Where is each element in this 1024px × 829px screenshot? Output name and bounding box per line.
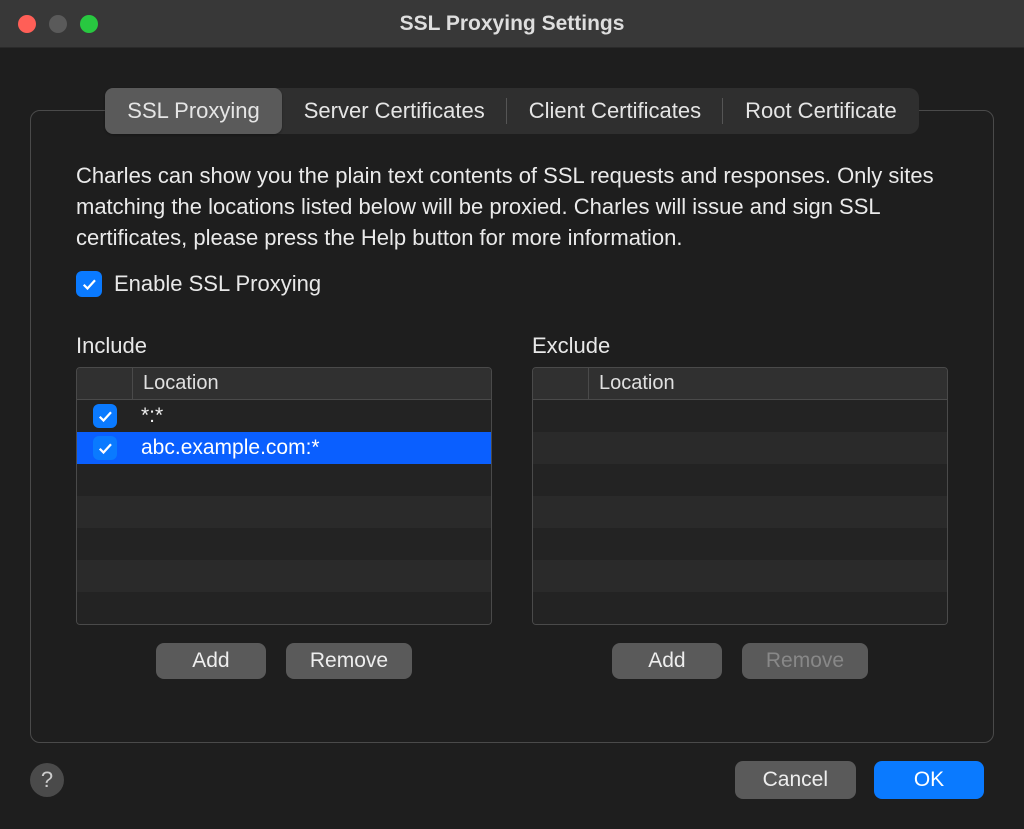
row-checkbox-cell xyxy=(77,436,133,460)
tab-client-certificates[interactable]: Client Certificates xyxy=(507,88,723,134)
table-row[interactable] xyxy=(77,560,491,592)
content: SSL Proxying Server Certificates Client … xyxy=(0,48,1024,829)
lists: Include Location *:* abc.example.com:* Ad… xyxy=(76,333,948,679)
include-title: Include xyxy=(76,333,492,359)
exclude-buttons: Add Remove xyxy=(532,643,948,679)
table-row[interactable] xyxy=(77,496,491,528)
row-location: *:* xyxy=(133,404,491,428)
exclude-body xyxy=(533,400,947,624)
footer-buttons: Cancel OK xyxy=(735,761,984,799)
table-row[interactable] xyxy=(533,464,947,496)
titlebar: SSL Proxying Settings xyxy=(0,0,1024,48)
exclude-header: Location xyxy=(533,368,947,400)
window-title: SSL Proxying Settings xyxy=(400,12,625,36)
table-row[interactable] xyxy=(533,432,947,464)
table-row[interactable]: abc.example.com:* xyxy=(77,432,491,464)
exclude-table: Location xyxy=(532,367,948,625)
enable-row: Enable SSL Proxying xyxy=(76,271,948,297)
panel: Charles can show you the plain text cont… xyxy=(30,110,994,743)
table-row[interactable] xyxy=(77,528,491,560)
zoom-icon[interactable] xyxy=(80,15,98,33)
check-icon xyxy=(96,407,114,425)
tabbar: SSL Proxying Server Certificates Client … xyxy=(30,88,994,134)
table-row[interactable] xyxy=(533,560,947,592)
exclude-header-location: Location xyxy=(589,372,947,395)
traffic-lights xyxy=(18,15,98,33)
check-icon xyxy=(80,275,98,293)
include-header-location: Location xyxy=(133,372,491,395)
row-checkbox[interactable] xyxy=(93,404,117,428)
include-table: Location *:* abc.example.com:* xyxy=(76,367,492,625)
include-body: *:* abc.example.com:* xyxy=(77,400,491,624)
table-row[interactable] xyxy=(533,400,947,432)
include-add-button[interactable]: Add xyxy=(156,643,266,679)
table-row[interactable]: *:* xyxy=(77,400,491,432)
help-button[interactable]: ? xyxy=(30,763,64,797)
table-row[interactable] xyxy=(533,528,947,560)
row-checkbox-cell xyxy=(77,404,133,428)
table-row[interactable] xyxy=(77,464,491,496)
description-text: Charles can show you the plain text cont… xyxy=(76,161,948,253)
tab-server-certificates[interactable]: Server Certificates xyxy=(282,88,507,134)
exclude-remove-button[interactable]: Remove xyxy=(742,643,868,679)
tabs: SSL Proxying Server Certificates Client … xyxy=(105,88,918,134)
row-checkbox[interactable] xyxy=(93,436,117,460)
tab-ssl-proxying[interactable]: SSL Proxying xyxy=(105,88,281,134)
exclude-add-button[interactable]: Add xyxy=(612,643,722,679)
enable-ssl-checkbox[interactable] xyxy=(76,271,102,297)
minimize-icon xyxy=(49,15,67,33)
close-icon[interactable] xyxy=(18,15,36,33)
table-row[interactable] xyxy=(533,496,947,528)
table-row[interactable] xyxy=(77,592,491,624)
exclude-header-checkbox-col xyxy=(533,368,589,399)
ok-button[interactable]: OK xyxy=(874,761,984,799)
include-buttons: Add Remove xyxy=(76,643,492,679)
include-remove-button[interactable]: Remove xyxy=(286,643,412,679)
exclude-column: Exclude Location Add Remove xyxy=(532,333,948,679)
row-location: abc.example.com:* xyxy=(133,436,491,460)
cancel-button[interactable]: Cancel xyxy=(735,761,856,799)
tab-root-certificate[interactable]: Root Certificate xyxy=(723,88,919,134)
include-header: Location xyxy=(77,368,491,400)
enable-ssl-label: Enable SSL Proxying xyxy=(114,271,321,297)
include-header-checkbox-col xyxy=(77,368,133,399)
table-row[interactable] xyxy=(533,592,947,624)
exclude-title: Exclude xyxy=(532,333,948,359)
include-column: Include Location *:* abc.example.com:* Ad… xyxy=(76,333,492,679)
check-icon xyxy=(96,439,114,457)
footer: ? Cancel OK xyxy=(30,743,994,809)
